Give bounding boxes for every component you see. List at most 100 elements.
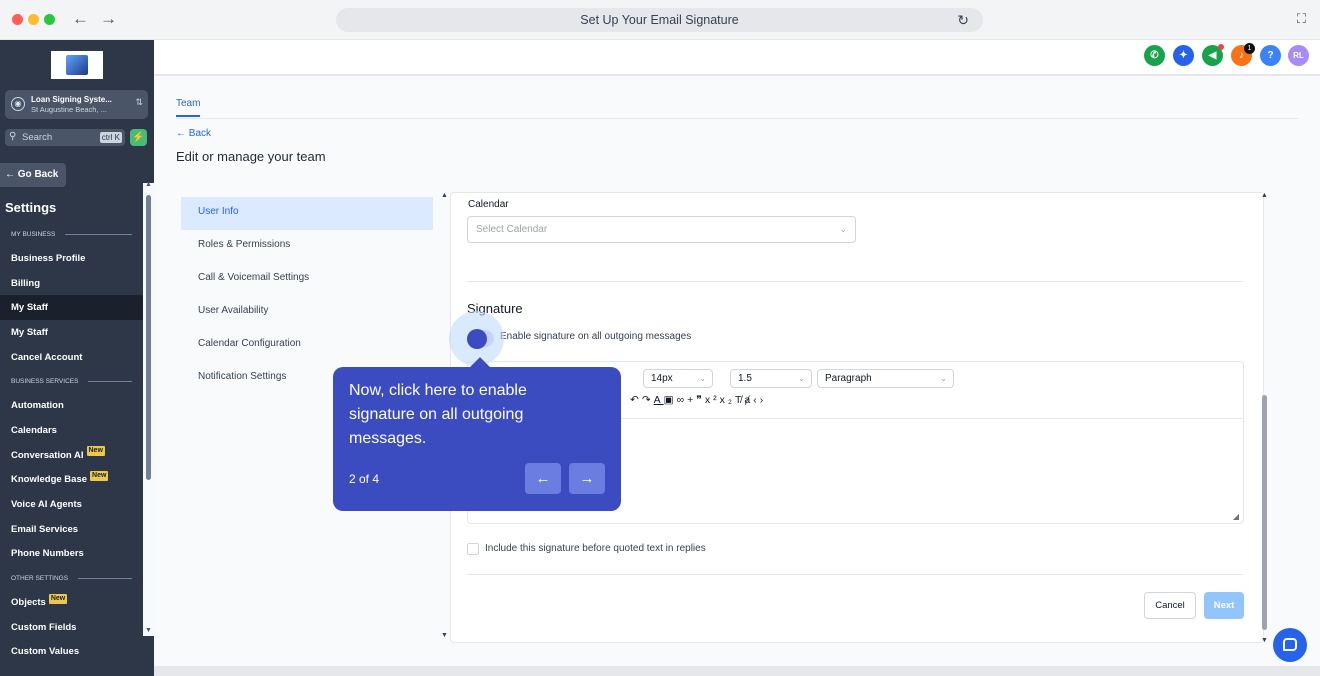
scroll-up-icon[interactable]: ▲ xyxy=(441,192,448,199)
top-bar: ✆ ✦ ◀ ♪ 1 ? RL xyxy=(154,40,1320,75)
editor-toolbar: ↶↷A▣∞+❞x²x₂T̸ⱥ‹› xyxy=(630,394,766,406)
connect-icon[interactable]: ✦ xyxy=(1173,45,1194,66)
back-arrow-icon[interactable]: ← xyxy=(72,9,89,29)
sidebar-item-objects[interactable]: Objects New xyxy=(0,590,143,615)
calendar-select[interactable]: Select Calendar ⌄ xyxy=(467,216,856,243)
clear-format-icon[interactable]: T̸ xyxy=(735,394,744,406)
sidebar-scrollbar[interactable]: ▲ ▼ xyxy=(143,181,154,636)
sidebar-item-custom-fields[interactable]: Custom Fields xyxy=(0,615,143,640)
undo-icon[interactable]: ↶ xyxy=(630,394,642,406)
scrollbar-thumb[interactable] xyxy=(1262,395,1267,630)
sidebar-item-label: Voice AI Agents xyxy=(11,499,82,511)
reload-icon[interactable]: ↻ xyxy=(957,8,969,32)
search-shortcut: ctrl K xyxy=(99,132,122,143)
unread-dot xyxy=(1218,44,1224,50)
nav-calendar-configuration[interactable]: Calendar Configuration xyxy=(181,329,433,362)
sidebar-item-my-staff[interactable]: My Staff xyxy=(0,295,143,321)
sidebar-item-label: Business Profile xyxy=(11,252,86,264)
text-color-icon[interactable]: A xyxy=(654,394,664,406)
quick-action-bolt-icon[interactable]: ⚡ xyxy=(130,129,147,146)
chat-widget-button[interactable] xyxy=(1273,628,1307,662)
bottom-strip xyxy=(154,666,1320,676)
search-input[interactable]: ⚲ Search ctrl K xyxy=(5,129,125,146)
sidebar-item-email-services[interactable]: Email Services xyxy=(0,517,143,542)
forward-arrow-icon[interactable]: → xyxy=(100,9,117,29)
sidebar-item-label: My Staff xyxy=(11,302,48,314)
nav-user-info[interactable]: User Info xyxy=(181,197,433,230)
tooltip-prev-button[interactable]: ← xyxy=(525,463,561,494)
tooltip-next-button[interactable]: → xyxy=(569,463,605,494)
font-size-select[interactable]: 14px ⌄ xyxy=(643,369,713,388)
back-link[interactable]: ← Back xyxy=(176,128,211,139)
account-location: St Augustine Beach, ... xyxy=(31,105,107,114)
code-icon[interactable]: ‹› xyxy=(753,394,766,406)
sidebar-section-header: OTHER SETTINGS xyxy=(0,566,143,590)
go-back-button[interactable]: ← Go Back xyxy=(0,163,66,187)
block-format-value: Paragraph xyxy=(825,373,872,384)
subscript-icon[interactable]: x₂ xyxy=(720,394,735,406)
sidebar-item-voice-ai-agents[interactable]: Voice AI Agents xyxy=(0,492,143,517)
block-format-select[interactable]: Paragraph ⌄ xyxy=(817,369,954,388)
minimize-window-icon[interactable] xyxy=(28,14,39,25)
superscript-icon[interactable]: x² xyxy=(705,394,720,406)
main-content: Team ← Back Edit or manage your team Use… xyxy=(154,76,1320,666)
scrollbar-thumb[interactable] xyxy=(146,195,151,480)
account-switcher[interactable]: ◉ Loan Signing Syste... St Augustine Bea… xyxy=(5,90,148,119)
account-name: Loan Signing Syste... xyxy=(31,95,112,104)
page-title: Set Up Your Email Signature xyxy=(580,13,739,27)
sidebar-section-label: OTHER SETTINGS xyxy=(11,574,69,582)
nav-roles-permissions[interactable]: Roles & Permissions xyxy=(181,230,433,263)
signature-toggle-label: Enable signature on all outgoing message… xyxy=(500,331,692,342)
sidebar-item-cancel-account[interactable]: Cancel Account xyxy=(0,345,143,370)
search-icon: ⚲ xyxy=(9,131,17,142)
next-button[interactable]: Next xyxy=(1204,592,1244,619)
sidebar-item-label: Cancel Account xyxy=(11,351,83,363)
spellcheck-icon[interactable]: ⱥ xyxy=(744,394,753,406)
link-icon[interactable]: ∞ xyxy=(677,394,688,406)
sidebar-section-header: MY BUSINESS xyxy=(0,222,143,246)
avatar[interactable]: RL xyxy=(1288,45,1309,66)
sidebar-item-automation[interactable]: Automation xyxy=(0,393,143,418)
add-icon[interactable]: + xyxy=(687,394,696,406)
include-signature-checkbox[interactable] xyxy=(467,543,479,555)
chevron-down-icon: ⌄ xyxy=(940,374,947,383)
sidebar-item-billing[interactable]: Billing xyxy=(0,271,143,296)
sidebar-item-conversation-ai[interactable]: Conversation AI New xyxy=(0,443,143,468)
redo-icon[interactable]: ↷ xyxy=(642,394,654,406)
sidebar-item-label: Calendars xyxy=(11,424,57,436)
company-logo xyxy=(51,51,103,79)
resize-handle-icon[interactable]: ◢ xyxy=(1233,512,1239,521)
tooltip-step: 2 of 4 xyxy=(349,472,380,486)
section-divider xyxy=(88,380,132,382)
sidebar-item-custom-values[interactable]: Custom Values xyxy=(0,640,143,665)
address-bar[interactable]: Set Up Your Email Signature ↻ xyxy=(336,8,983,32)
form-scrollbar[interactable]: ▲ ▼ xyxy=(1260,192,1270,644)
quote-icon[interactable]: ❞ xyxy=(696,394,705,406)
scroll-up-icon[interactable]: ▲ xyxy=(145,181,152,188)
sidebar-item-my-staff[interactable]: My Staff xyxy=(0,320,143,345)
sidebar-item-phone-numbers[interactable]: Phone Numbers xyxy=(0,542,143,567)
close-window-icon[interactable] xyxy=(12,14,23,25)
line-height-value: 1.5 xyxy=(738,373,752,384)
fullscreen-icon[interactable]: ⛶ xyxy=(1297,11,1306,27)
scroll-down-icon[interactable]: ▼ xyxy=(1261,637,1268,644)
image-icon[interactable]: ▣ xyxy=(664,394,677,406)
toggle-knob[interactable] xyxy=(467,329,487,349)
line-height-select[interactable]: 1.5 ⌄ xyxy=(730,369,812,388)
cancel-button[interactable]: Cancel xyxy=(1144,592,1196,619)
scroll-up-icon[interactable]: ▲ xyxy=(1261,192,1268,199)
arrow-right-icon: → xyxy=(579,470,595,487)
sidebar-item-business-profile[interactable]: Business Profile xyxy=(0,246,143,271)
maximize-window-icon[interactable] xyxy=(44,14,55,25)
nav-user-availability[interactable]: User Availability xyxy=(181,296,433,329)
help-icon[interactable]: ? xyxy=(1260,45,1281,66)
nav-call-voicemail[interactable]: Call & Voicemail Settings xyxy=(181,263,433,296)
scroll-down-icon[interactable]: ▼ xyxy=(441,632,448,639)
sidebar-item-knowledge-base[interactable]: Knowledge Base New xyxy=(0,468,143,493)
scroll-down-icon[interactable]: ▼ xyxy=(145,627,152,634)
phone-icon[interactable]: ✆ xyxy=(1144,45,1165,66)
browser-chrome: ← → Set Up Your Email Signature ↻ ⛶ xyxy=(0,0,1320,40)
tab-team[interactable]: Team xyxy=(176,98,201,117)
sidebar-item-calendars[interactable]: Calendars xyxy=(0,418,143,443)
guide-tooltip: Now, click here to enable signature on a… xyxy=(333,357,621,511)
